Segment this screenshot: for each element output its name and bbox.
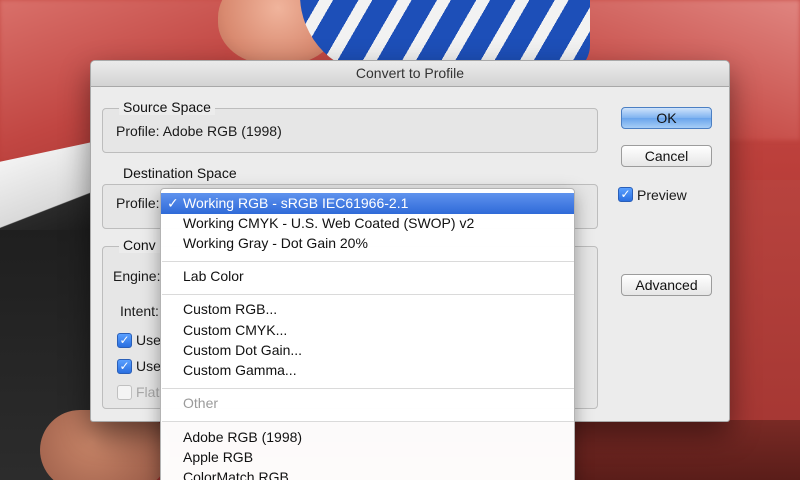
ok-button[interactable]: OK [621,107,712,129]
menu-item-label: Working RGB - sRGB IEC61966-2.1 [183,195,409,211]
dialog-title: Convert to Profile [91,61,729,87]
menu-item-colormatch-rgb[interactable]: ColorMatch RGB [161,467,574,480]
menu-item-lab-color[interactable]: Lab Color [161,266,574,287]
intent-label: Intent: [120,303,159,319]
destination-profile-label: Profile: [116,195,160,211]
preview-checkbox[interactable]: ✓ [618,187,633,202]
source-space-title: Source Space [119,99,215,115]
cancel-button[interactable]: Cancel [621,145,712,167]
use-dither-label: Use [136,358,161,374]
flatten-image-label: Flat [136,384,160,400]
checkmark-icon: ✓ [167,195,179,211]
engine-label: Engine: [113,268,161,284]
flatten-image-checkbox[interactable] [117,385,132,400]
menu-item-custom-gamma[interactable]: Custom Gamma... [161,360,574,381]
conversion-options-title: Conv [119,237,160,253]
menu-header-other: Other [183,395,219,411]
menu-separator [162,294,574,295]
menu-separator [162,261,574,262]
menu-item-working-cmyk[interactable]: Working CMYK - U.S. Web Coated (SWOP) v2 [161,213,574,234]
menu-separator [162,388,574,389]
menu-item-custom-dot-gain[interactable]: Custom Dot Gain... [161,340,574,361]
advanced-button[interactable]: Advanced [621,274,712,296]
menu-item-apple-rgb[interactable]: Apple RGB [161,447,574,468]
menu-item-custom-rgb[interactable]: Custom RGB... [161,299,574,320]
destination-space-title: Destination Space [119,165,241,181]
menu-item-adobe-rgb[interactable]: Adobe RGB (1998) [161,427,574,448]
menu-item-custom-cmyk[interactable]: Custom CMYK... [161,320,574,341]
menu-item-working-rgb[interactable]: ✓ Working RGB - sRGB IEC61966-2.1 [161,193,574,214]
photo-bottom-right [575,420,800,480]
source-profile-text: Profile: Adobe RGB (1998) [116,123,282,139]
use-black-point-checkbox[interactable]: ✓ [117,333,132,348]
menu-separator [162,421,574,422]
menu-item-working-gray[interactable]: Working Gray - Dot Gain 20% [161,233,574,254]
use-dither-checkbox[interactable]: ✓ [117,359,132,374]
profile-dropdown-menu: ✓ Working RGB - sRGB IEC61966-2.1 Working… [160,188,575,480]
use-black-point-label: Use [136,332,161,348]
preview-label: Preview [637,187,687,203]
